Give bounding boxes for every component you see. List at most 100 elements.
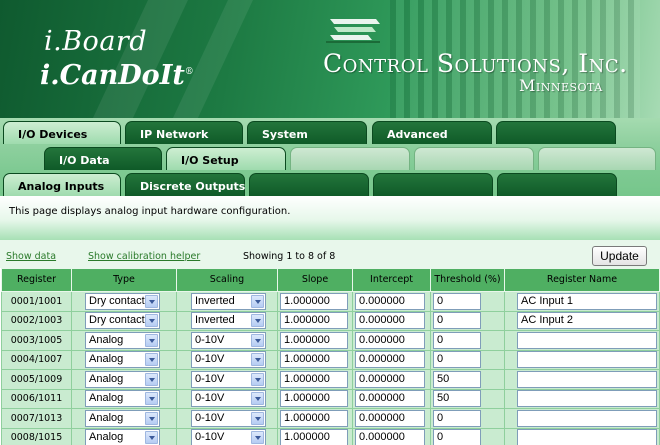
threshold-input[interactable]: 0 <box>433 331 481 349</box>
tab-analog-inputs[interactable]: Analog Inputs <box>3 173 121 196</box>
intercept-input[interactable]: 0.000000 <box>355 331 425 349</box>
slope-input[interactable]: 1.000000 <box>280 409 348 427</box>
slope-input[interactable]: 1.000000 <box>280 312 348 330</box>
threshold-input[interactable]: 50 <box>433 390 481 408</box>
chevron-down-icon[interactable] <box>145 411 158 425</box>
chevron-down-icon[interactable] <box>251 333 264 347</box>
chevron-down-icon[interactable] <box>145 431 158 445</box>
register-name-input[interactable] <box>517 409 657 427</box>
tab-io-data[interactable]: I/O Data <box>44 147 162 170</box>
threshold-cell: 50 <box>430 388 505 409</box>
type-select[interactable]: Dry contact <box>85 312 160 330</box>
tab-empty <box>538 147 656 170</box>
scaling-select[interactable]: 0-10V <box>191 390 266 408</box>
threshold-input[interactable]: 0 <box>433 409 481 427</box>
scaling-select[interactable]: 0-10V <box>191 351 266 369</box>
chevron-down-icon[interactable] <box>251 294 264 308</box>
tab-discrete-outputs[interactable]: Discrete Outputs <box>125 173 245 196</box>
type-cell: Analog <box>71 388 177 409</box>
type-cell: Analog <box>71 427 177 445</box>
type-select[interactable]: Analog <box>85 370 160 388</box>
type-select[interactable]: Dry contact <box>85 292 160 310</box>
type-select[interactable]: Analog <box>85 429 160 445</box>
chevron-down-icon[interactable] <box>145 333 158 347</box>
scaling-select[interactable]: 0-10V <box>191 331 266 349</box>
column-header-threshold: Threshold (%) <box>430 268 505 292</box>
register-name-input[interactable] <box>517 351 657 369</box>
show-calibration-helper-link[interactable]: Show calibration helper <box>88 251 200 262</box>
show-data-link[interactable]: Show data <box>6 251 56 262</box>
tab-empty <box>496 121 616 144</box>
table-row: 0005/1009 Analog 0-10V 1.000000 0.000000 50 <box>1 369 660 390</box>
intercept-input[interactable]: 0.000000 <box>355 370 425 388</box>
register-name-input[interactable] <box>517 331 657 349</box>
intercept-cell: 0.000000 <box>352 291 431 312</box>
tab-ip-network[interactable]: IP Network <box>125 121 243 144</box>
register-name-input[interactable] <box>517 370 657 388</box>
chevron-down-icon[interactable] <box>251 392 264 406</box>
register-name-input[interactable]: AC Input 1 <box>517 292 657 310</box>
chevron-down-icon[interactable] <box>145 294 158 308</box>
threshold-cell: 50 <box>430 369 505 390</box>
scaling-cell: Inverted <box>176 291 278 312</box>
slope-input[interactable]: 1.000000 <box>280 292 348 310</box>
register-name-input[interactable] <box>517 429 657 445</box>
slope-input[interactable]: 1.000000 <box>280 370 348 388</box>
chevron-down-icon[interactable] <box>145 392 158 406</box>
slope-input[interactable]: 1.000000 <box>280 390 348 408</box>
intercept-input[interactable]: 0.000000 <box>355 312 425 330</box>
slope-cell: 1.000000 <box>277 291 353 312</box>
table-row: 0002/1003 Dry contact Inverted 1.000000 0.00… <box>1 310 660 331</box>
chevron-down-icon[interactable] <box>251 353 264 367</box>
register-name-input[interactable]: AC Input 2 <box>517 312 657 330</box>
tab-advanced[interactable]: Advanced <box>372 121 492 144</box>
update-button[interactable]: Update <box>592 246 647 266</box>
intercept-cell: 0.000000 <box>352 310 431 331</box>
register-name-input[interactable] <box>517 390 657 408</box>
column-header-type: Type <box>71 268 177 292</box>
threshold-cell: 0 <box>430 330 505 351</box>
chevron-down-icon[interactable] <box>251 411 264 425</box>
threshold-input[interactable]: 0 <box>433 429 481 445</box>
intercept-input[interactable]: 0.000000 <box>355 351 425 369</box>
chevron-down-icon[interactable] <box>251 431 264 445</box>
scaling-select[interactable]: 0-10V <box>191 429 266 445</box>
column-header-scaling: Scaling <box>176 268 278 292</box>
chevron-down-icon[interactable] <box>145 353 158 367</box>
tab-io-setup[interactable]: I/O Setup <box>166 147 286 170</box>
scaling-select[interactable]: 0-10V <box>191 409 266 427</box>
type-select[interactable]: Analog <box>85 351 160 369</box>
slope-input[interactable]: 1.000000 <box>280 429 348 445</box>
scaling-select[interactable]: Inverted <box>191 312 266 330</box>
table-row: 0001/1001 Dry contact Inverted 1.000000 0.00… <box>1 291 660 312</box>
intercept-input[interactable]: 0.000000 <box>355 292 425 310</box>
slope-cell: 1.000000 <box>277 369 353 390</box>
scaling-select[interactable]: Inverted <box>191 292 266 310</box>
chevron-down-icon[interactable] <box>145 372 158 386</box>
slope-input[interactable]: 1.000000 <box>280 331 348 349</box>
chevron-down-icon[interactable] <box>251 372 264 386</box>
register-name-cell <box>504 408 660 429</box>
chevron-down-icon[interactable] <box>251 314 264 328</box>
type-select[interactable]: Analog <box>85 409 160 427</box>
type-select[interactable]: Analog <box>85 390 160 408</box>
intercept-input[interactable]: 0.000000 <box>355 409 425 427</box>
tab-io-devices[interactable]: I/O Devices <box>3 121 121 144</box>
threshold-cell: 0 <box>430 291 505 312</box>
intercept-input[interactable]: 0.000000 <box>355 390 425 408</box>
slope-input[interactable]: 1.000000 <box>280 351 348 369</box>
threshold-input[interactable]: 50 <box>433 370 481 388</box>
register-cell: 0002/1003 <box>1 310 72 331</box>
chevron-down-icon[interactable] <box>145 314 158 328</box>
table-row: 0007/1013 Analog 0-10V 1.000000 0.000000 0 <box>1 408 660 429</box>
tab-system[interactable]: System <box>247 121 367 144</box>
type-cell: Dry contact <box>71 291 177 312</box>
threshold-input[interactable]: 0 <box>433 312 481 330</box>
intercept-input[interactable]: 0.000000 <box>355 429 425 445</box>
type-select[interactable]: Analog <box>85 331 160 349</box>
scaling-select[interactable]: 0-10V <box>191 370 266 388</box>
type-cell: Analog <box>71 369 177 390</box>
record-count: Showing 1 to 8 of 8 <box>243 251 336 262</box>
threshold-input[interactable]: 0 <box>433 351 481 369</box>
threshold-input[interactable]: 0 <box>433 292 481 310</box>
